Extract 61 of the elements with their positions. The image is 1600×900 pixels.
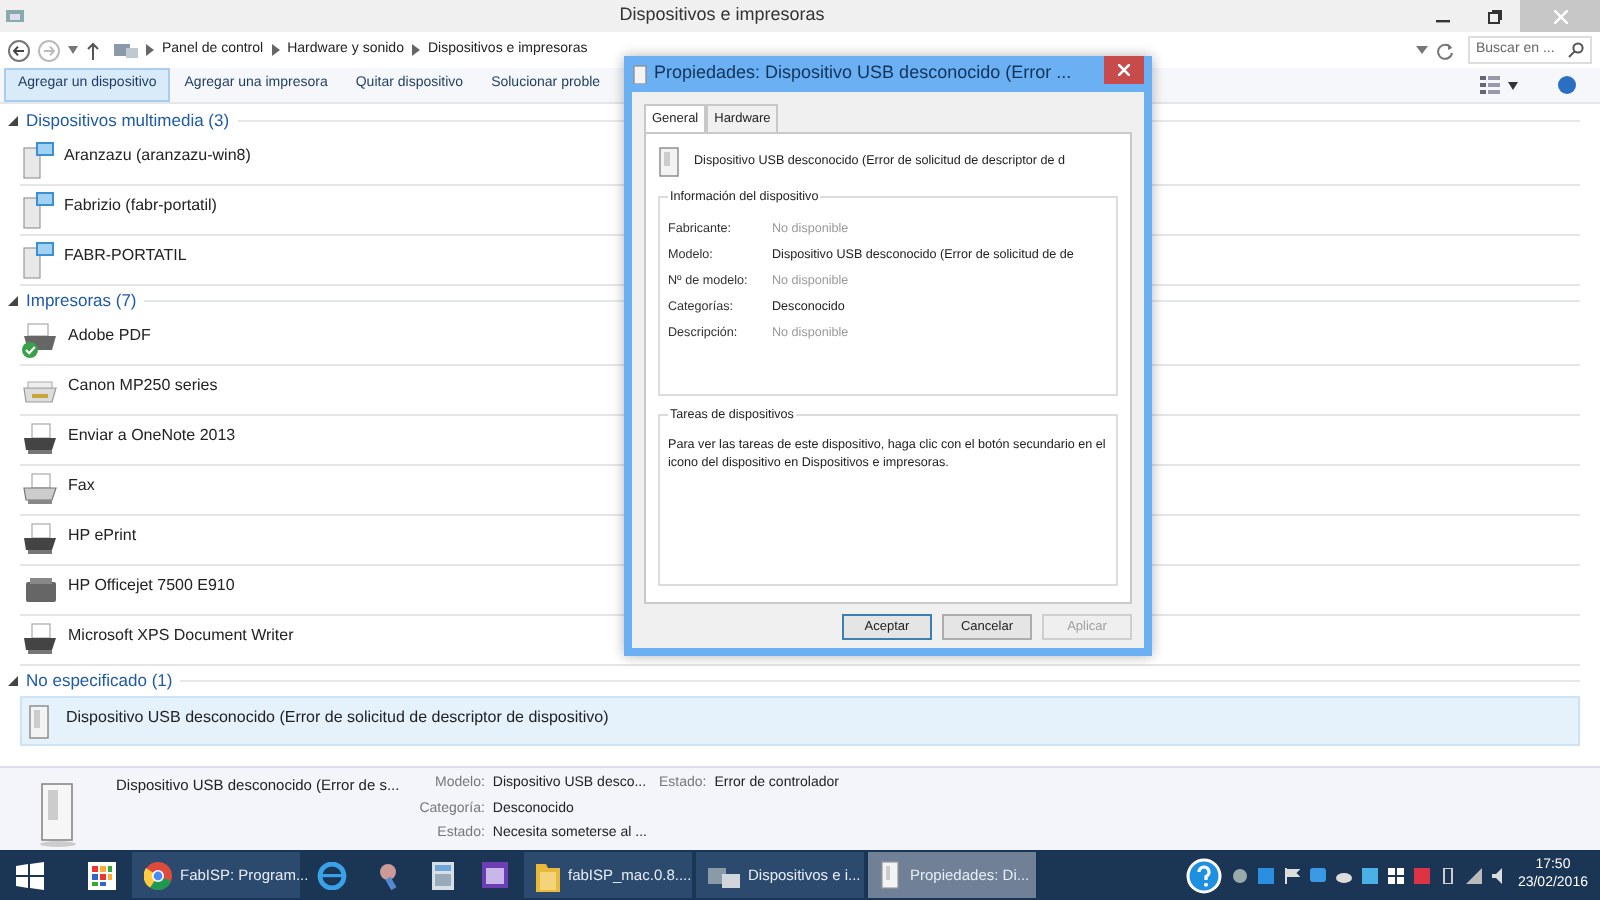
device-name: Fabrizio (fabr-portatil): [64, 194, 217, 218]
apps-grid-icon: [88, 861, 116, 889]
group-heading[interactable]: Impresoras (7): [26, 288, 137, 314]
device-name: Enviar a OneNote 2013: [68, 424, 236, 448]
device-row[interactable]: Dispositivo USB desconocido (Error de solicitud de descriptor de dispositivo): [20, 696, 1580, 746]
chevron-icon: [146, 44, 154, 56]
printer-icon: [20, 420, 60, 460]
device-name: FABR-PORTATIL: [64, 244, 187, 268]
device-name: HP ePrint: [68, 524, 137, 548]
device-name: Dispositivo USB desconocido (Error de solicitud de descriptor de dispositivo): [66, 706, 609, 730]
window-title: Dispositivos e impresoras: [617, 2, 827, 29]
app-icon[interactable]: [1361, 867, 1378, 883]
printer-icon: [20, 520, 60, 560]
collapse-arrow-icon[interactable]: [8, 296, 18, 306]
dialog-title: Propiedades: Dispositivo USB desconocido (Error ...: [654, 60, 1074, 87]
windows-icon[interactable]: [1387, 867, 1404, 883]
close-icon: [1553, 9, 1567, 23]
view-options-icon[interactable]: [1480, 76, 1500, 94]
close-icon: [1118, 64, 1130, 76]
cloud-icon[interactable]: [1335, 867, 1352, 883]
up-icon[interactable]: [86, 41, 100, 59]
windows-start-icon[interactable]: [16, 861, 44, 889]
usb-device-icon: [632, 64, 648, 84]
chevron-icon: [271, 44, 280, 56]
computer-icon: [20, 190, 56, 230]
device-name: Fax: [68, 474, 95, 498]
back-icon[interactable]: [8, 39, 30, 61]
app-icon: [4, 6, 28, 26]
collapse-arrow-icon[interactable]: [8, 676, 18, 686]
usb-device-icon: [658, 145, 682, 178]
usb-device-icon: [880, 860, 902, 890]
devices-icon: [114, 40, 138, 60]
refresh-icon[interactable]: [1436, 41, 1454, 59]
phone-icon[interactable]: [1439, 867, 1456, 883]
search-icon: [1568, 42, 1584, 58]
volume-icon[interactable]: [1491, 867, 1508, 883]
calendar-icon[interactable]: [482, 862, 508, 888]
dropdown-icon[interactable]: [1508, 81, 1518, 89]
chevron-icon: [411, 44, 420, 56]
disc-icon[interactable]: [1231, 867, 1248, 883]
folder-icon: [536, 859, 560, 891]
device-name: Canon MP250 series: [68, 374, 218, 398]
group-heading[interactable]: Dispositivos multimedia (3): [26, 108, 230, 134]
browser-icon: [144, 861, 172, 889]
computer-icon: [20, 240, 56, 280]
group-heading[interactable]: No especificado (1): [26, 668, 173, 694]
computer-icon: [20, 140, 56, 180]
globe-icon[interactable]: [316, 861, 348, 889]
restore-icon: [1487, 9, 1501, 23]
printer-icon: [20, 620, 60, 660]
device-name: Microsoft XPS Document Writer: [68, 624, 294, 648]
signal-icon[interactable]: [1465, 867, 1482, 883]
flag-icon[interactable]: [1283, 867, 1300, 883]
device-name: Aranzazu (aranzazu-win8): [64, 144, 251, 168]
device-name: Adobe PDF: [68, 324, 151, 348]
calculator-icon[interactable]: [432, 861, 454, 889]
close-button[interactable]: [1104, 56, 1144, 84]
printer-icon: [20, 320, 60, 360]
collapse-arrow-icon[interactable]: [8, 116, 18, 126]
fax-icon: [20, 470, 60, 510]
device-name: HP Officejet 7500 E910: [68, 574, 235, 598]
